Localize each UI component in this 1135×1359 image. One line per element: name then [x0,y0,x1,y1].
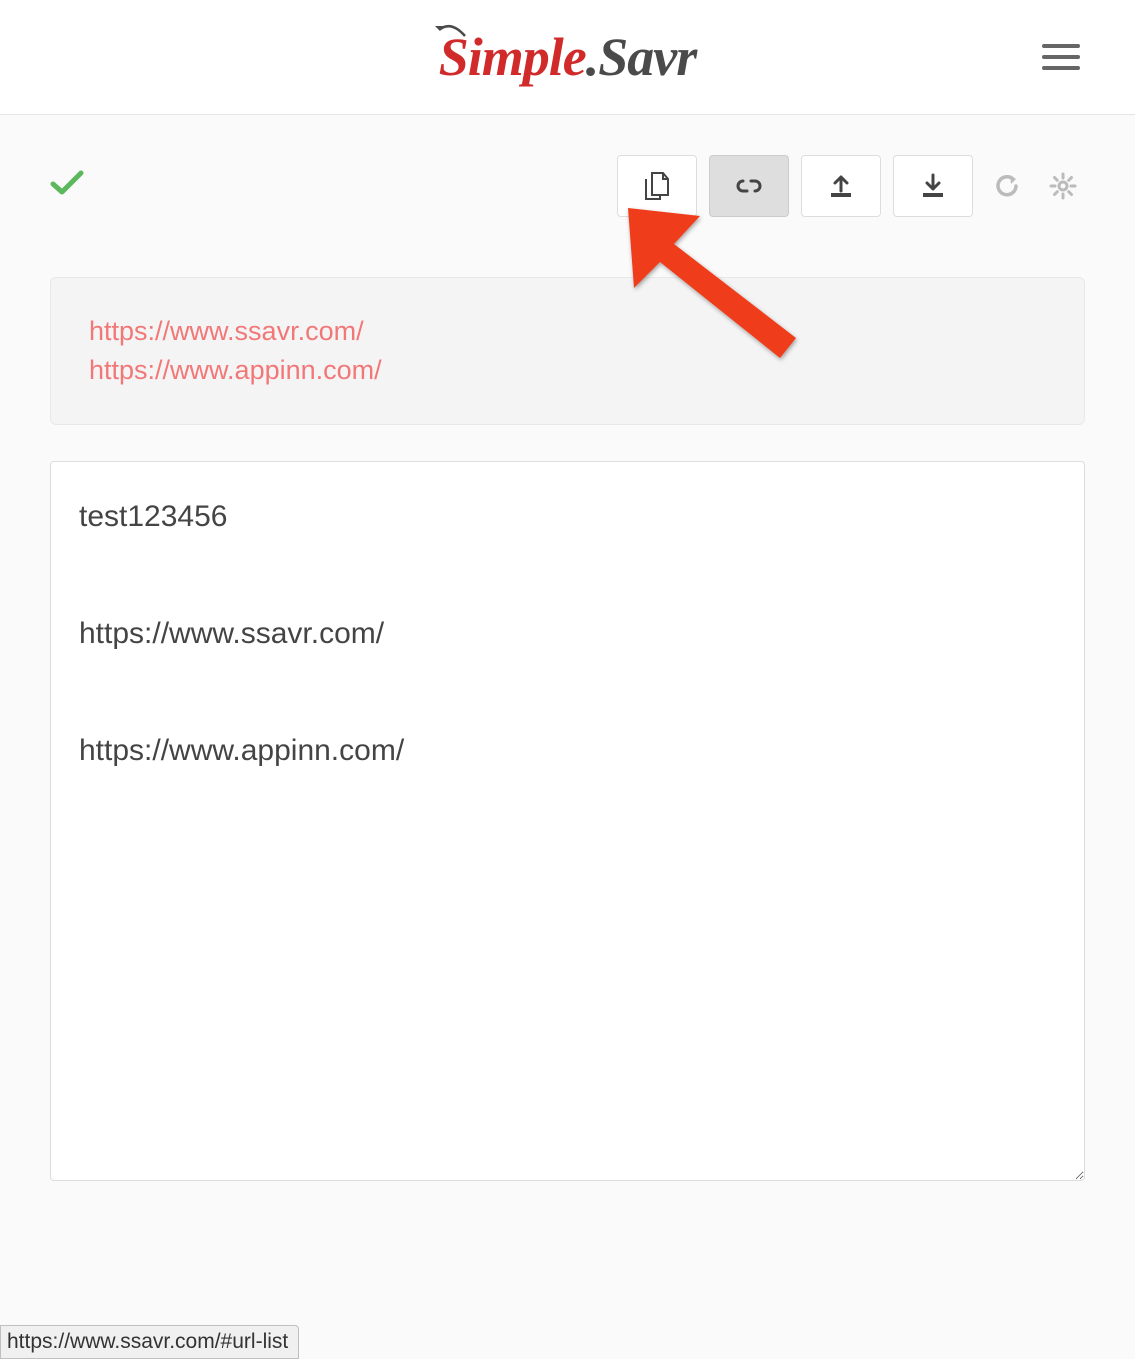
toolbar [50,155,1085,217]
settings-button[interactable] [1041,164,1085,208]
main-content: https://www.ssavr.com/ https://www.appin… [0,115,1135,1359]
logo-savr: Savr [598,26,696,88]
extracted-url-link[interactable]: https://www.ssavr.com/ [89,312,1046,351]
download-button[interactable] [893,155,973,217]
link-button[interactable] [709,155,789,217]
files-icon [643,171,671,201]
browser-status-bar: https://www.ssavr.com/#url-list [0,1325,299,1359]
saved-check-icon [50,167,84,206]
refresh-button[interactable] [985,164,1029,208]
app-header: Simple.Savr [0,0,1135,115]
download-icon [919,173,947,199]
toolbar-buttons [617,155,1085,217]
copy-button[interactable] [617,155,697,217]
upload-button[interactable] [801,155,881,217]
extracted-url-link[interactable]: https://www.appinn.com/ [89,351,1046,390]
note-textarea[interactable] [50,461,1085,1181]
gear-icon [1049,172,1077,200]
refresh-icon [994,173,1020,199]
hamburger-menu-icon[interactable] [1042,37,1080,77]
status-url-text: https://www.ssavr.com/#url-list [7,1330,288,1353]
app-logo: Simple.Savr [439,26,697,88]
logo-arrow-icon [433,22,469,42]
url-list-panel: https://www.ssavr.com/ https://www.appin… [50,277,1085,425]
upload-icon [827,173,855,199]
chain-link-icon [734,174,764,198]
logo-dot: . [586,26,599,88]
